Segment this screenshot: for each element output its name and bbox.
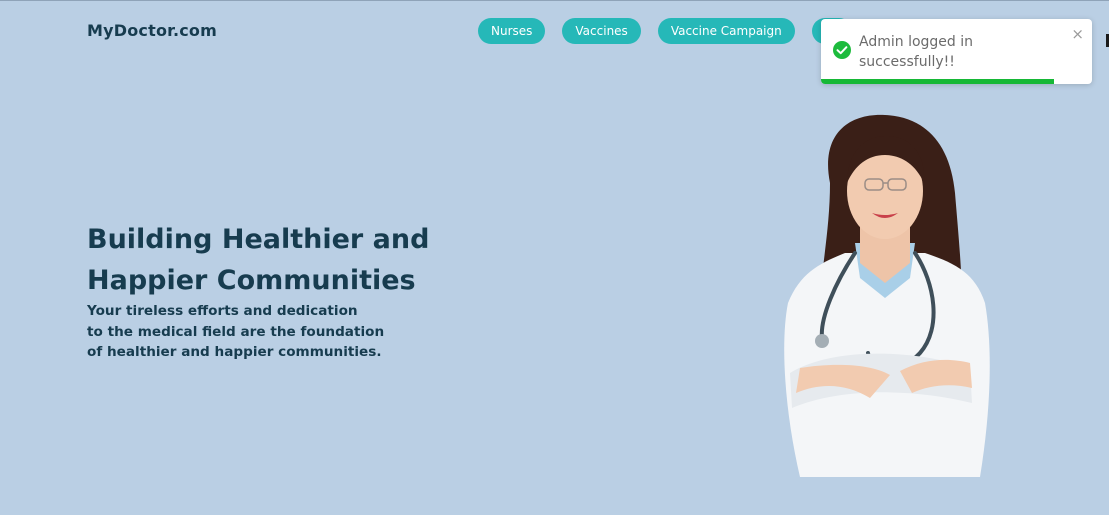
hero-subtitle-line-3: of healthier and happier communities.: [87, 344, 382, 360]
nav-nurses[interactable]: Nurses: [478, 18, 546, 44]
close-icon[interactable]: ×: [1071, 25, 1084, 43]
page: MyDoctor.com Nurses Vaccines Vaccine Cam…: [0, 0, 1109, 515]
hero-title-line-1: Building Healthier and: [87, 224, 430, 255]
hero-title: Building Healthier and Happier Communiti…: [87, 219, 507, 301]
check-circle-icon: [833, 41, 851, 59]
doctor-illustration: [784, 114, 990, 477]
brand-logo[interactable]: MyDoctor.com: [87, 21, 217, 40]
nav-vaccines[interactable]: Vaccines: [562, 18, 641, 44]
toast-notification: Admin logged in successfully!! ×: [821, 19, 1092, 84]
hero-subtitle-line-1: Your tireless efforts and dedication: [87, 303, 358, 319]
toast-progress-bar: [821, 79, 1055, 84]
hero-subtitle-line-2: to the medical field are the foundation: [87, 323, 385, 340]
hero-title-line-2: Happier Communities: [87, 265, 416, 296]
toast-message: Admin logged in successfully!!: [859, 34, 974, 70]
hero-subtitle: Your tireless efforts and dedication to …: [87, 301, 407, 363]
nav-vaccine-campaign[interactable]: Vaccine Campaign: [657, 18, 795, 44]
main-nav: Nurses Vaccines Vaccine Campaign: [478, 18, 869, 44]
